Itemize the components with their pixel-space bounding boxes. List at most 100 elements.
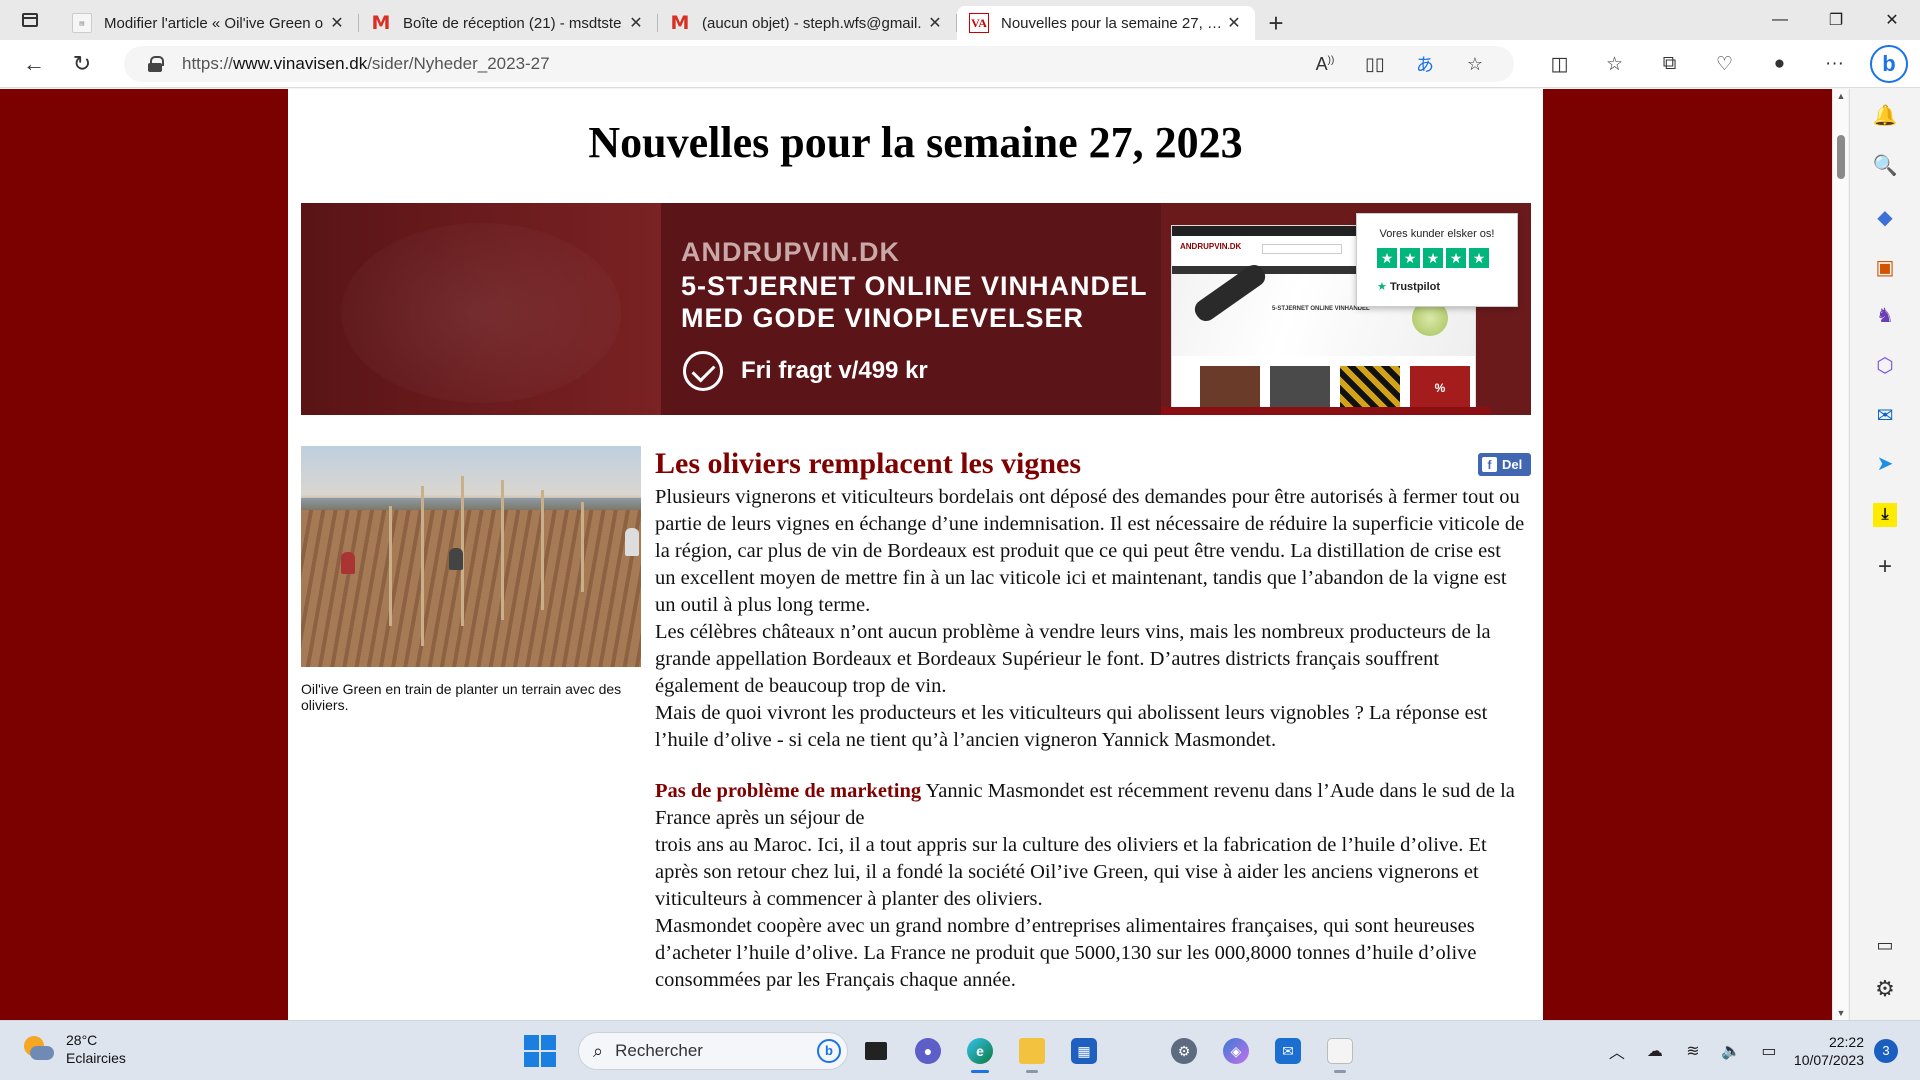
trustpilot-star-icon: ★ xyxy=(1377,281,1387,293)
favorite-star-icon[interactable]: ☆ xyxy=(1450,54,1500,75)
translate-icon[interactable]: あ xyxy=(1400,51,1450,77)
shot-tile xyxy=(1200,366,1260,410)
taskbar-search[interactable]: ⌕ Rechercher b xyxy=(578,1032,848,1070)
add-sidebar-app-icon[interactable]: + xyxy=(1867,549,1903,585)
copilot-button[interactable]: ◈ xyxy=(1212,1029,1260,1073)
close-window-icon[interactable]: ✕ xyxy=(1864,0,1920,40)
collections-icon[interactable]: ⧉ xyxy=(1642,53,1697,75)
address-bar-row: ← ↻ https://www.vinavisen.dk/sider/Nyhed… xyxy=(0,40,1920,88)
banner-strip xyxy=(1161,407,1491,415)
windows-logo-icon xyxy=(524,1035,539,1050)
page-title: Nouvelles pour la semaine 27, 2023 xyxy=(588,118,1243,167)
outlook-icon[interactable]: ✉ xyxy=(1867,397,1903,433)
scrollbar-thumb[interactable] xyxy=(1837,135,1845,179)
restore-icon[interactable]: ❐ xyxy=(1808,0,1864,40)
hide-sidebar-icon[interactable]: ▭ xyxy=(1867,927,1903,963)
search-placeholder: Rechercher xyxy=(615,1041,703,1060)
copilot-icon: ◈ xyxy=(1223,1038,1249,1064)
page-viewport: Nouvelles pour la semaine 27, 2023 ANDRU… xyxy=(0,89,1832,1020)
trust-brand: ★ Trustpilot xyxy=(1377,280,1440,293)
tab-edit-article[interactable]: ▤ Modifier l'article « Oil'ive Green o ✕ xyxy=(60,6,359,40)
notification-badge[interactable]: 3 xyxy=(1874,1039,1898,1063)
more-menu-icon[interactable]: ··· xyxy=(1807,53,1862,75)
tab-title: Boîte de réception (21) - msdtste xyxy=(403,14,622,32)
windows-taskbar: 28°C Eclaircies ⌕ Rechercher b ● e ▦ ⚙ ◈… xyxy=(0,1020,1920,1080)
settings-button[interactable]: ⚙ xyxy=(1160,1029,1208,1073)
tab-title: (aucun objet) - steph.wfs@gmail. xyxy=(702,14,922,32)
system-tray: ︿ ☁ ≋ 🔈 ▭ 22:22 10/07/2023 3 xyxy=(1598,1021,1920,1080)
refresh-button[interactable]: ↻ xyxy=(58,44,106,84)
close-icon[interactable]: ✕ xyxy=(625,13,647,33)
facebook-share-button[interactable]: f Del xyxy=(1478,453,1531,476)
trust-brand-label: Trustpilot xyxy=(1389,281,1441,293)
photo-pole xyxy=(501,480,504,620)
bell-icon[interactable]: 🔔 xyxy=(1867,97,1903,133)
windows-logo-icon xyxy=(524,1052,539,1067)
article-paragraph: Les célèbres châteaux n’ont aucun problè… xyxy=(655,621,1491,697)
mail-button[interactable]: ✉ xyxy=(1264,1029,1312,1073)
store-button[interactable]: ▦ xyxy=(1060,1029,1108,1073)
battery-icon[interactable]: ▭ xyxy=(1750,1041,1788,1061)
article-paragraph: Masmondet coopère avec un grand nombre d… xyxy=(655,915,1477,991)
wifi-icon[interactable]: ≋ xyxy=(1674,1041,1712,1061)
immersive-reader-icon[interactable]: ▯▯ xyxy=(1350,54,1400,75)
article-paragraph: Plusieurs vignerons et viticulteurs bord… xyxy=(655,486,1525,616)
document-favicon-icon: ▤ xyxy=(72,13,92,33)
start-button[interactable] xyxy=(524,1035,556,1067)
tab-vinavisen[interactable]: VA Nouvelles pour la semaine 27, 20 ✕ xyxy=(957,6,1255,40)
browser-essentials-icon[interactable]: ♡ xyxy=(1697,53,1752,76)
search-icon: ⌕ xyxy=(593,1040,604,1061)
new-tab-button[interactable]: + xyxy=(1256,6,1296,40)
microsoft-365-icon[interactable]: ⬡ xyxy=(1867,347,1903,383)
photo-pole xyxy=(421,486,424,646)
lock-icon[interactable] xyxy=(148,56,164,72)
scroll-down-icon[interactable]: ▼ xyxy=(1836,1008,1846,1018)
address-bar[interactable]: https://www.vinavisen.dk/sider/Nyheder_2… xyxy=(124,46,1514,82)
tools-briefcase-icon[interactable]: ▣ xyxy=(1867,249,1903,285)
tab-actions-button[interactable] xyxy=(0,0,60,40)
task-view-button[interactable] xyxy=(852,1029,900,1073)
clock-date: 10/07/2023 xyxy=(1793,1052,1864,1068)
downloads-icon[interactable]: ⤓ xyxy=(1867,497,1903,533)
shopping-tag-icon[interactable]: ◆ xyxy=(1867,199,1903,235)
clock[interactable]: 22:22 10/07/2023 xyxy=(1794,1033,1864,1069)
weather-widget[interactable]: 28°C Eclaircies xyxy=(22,1031,126,1067)
read-aloud-icon[interactable]: A)) xyxy=(1300,54,1350,75)
chevron-up-icon[interactable]: ︿ xyxy=(1598,1039,1636,1063)
address-bar-actions: A)) ▯▯ あ ☆ xyxy=(1300,46,1500,82)
profile-icon[interactable]: ● xyxy=(1752,53,1807,75)
url-text[interactable]: https://www.vinavisen.dk/sider/Nyheder_2… xyxy=(182,54,550,74)
bing-copilot-icon[interactable]: b xyxy=(1870,45,1908,83)
page-scrollbar[interactable]: ▲ ▼ xyxy=(1832,89,1848,1020)
tab-draft[interactable]: M (aucun objet) - steph.wfs@gmail. ✕ xyxy=(658,6,957,40)
search-icon[interactable]: 🔍 xyxy=(1867,147,1903,183)
gear-icon[interactable]: ⚙ xyxy=(1867,971,1903,1007)
url-scheme: https:// xyxy=(182,54,234,73)
minimize-icon[interactable]: — xyxy=(1752,0,1808,40)
favorites-icon[interactable]: ☆ xyxy=(1587,53,1642,76)
back-button[interactable]: ← xyxy=(10,44,58,84)
scroll-up-icon[interactable]: ▲ xyxy=(1836,91,1846,101)
photo-person xyxy=(449,548,463,570)
close-icon[interactable]: ✕ xyxy=(1223,13,1245,33)
star-icon: ★ xyxy=(1446,248,1466,268)
ad-banner[interactable]: ANDRUPVIN.DK 5-STJERNET ONLINE VINHANDEL… xyxy=(301,203,1531,415)
shot-tile-sale: % xyxy=(1410,366,1470,410)
tab-title: Nouvelles pour la semaine 27, 20 xyxy=(1001,14,1223,32)
photo-pole xyxy=(389,506,392,626)
games-icon[interactable]: ♞ xyxy=(1867,297,1903,333)
close-icon[interactable]: ✕ xyxy=(924,13,946,33)
edge-taskbar-button[interactable]: e xyxy=(956,1029,1004,1073)
file-explorer-button[interactable] xyxy=(1008,1029,1056,1073)
onedrive-cloud-icon[interactable]: ☁ xyxy=(1636,1041,1674,1061)
tab-inbox[interactable]: M Boîte de réception (21) - msdtste ✕ xyxy=(359,6,658,40)
split-screen-icon[interactable]: ◫ xyxy=(1532,53,1587,76)
trust-title: Vores kunder elsker os! xyxy=(1379,228,1495,240)
teams-chat-button[interactable]: ● xyxy=(904,1029,952,1073)
drop-send-icon[interactable]: ➤ xyxy=(1867,445,1903,481)
close-icon[interactable]: ✕ xyxy=(326,13,348,33)
pinned-site-button[interactable] xyxy=(1316,1029,1364,1073)
volume-icon[interactable]: 🔈 xyxy=(1712,1041,1750,1061)
mail-icon: ✉ xyxy=(1275,1038,1301,1064)
settings-gear-icon: ⚙ xyxy=(1171,1038,1197,1064)
